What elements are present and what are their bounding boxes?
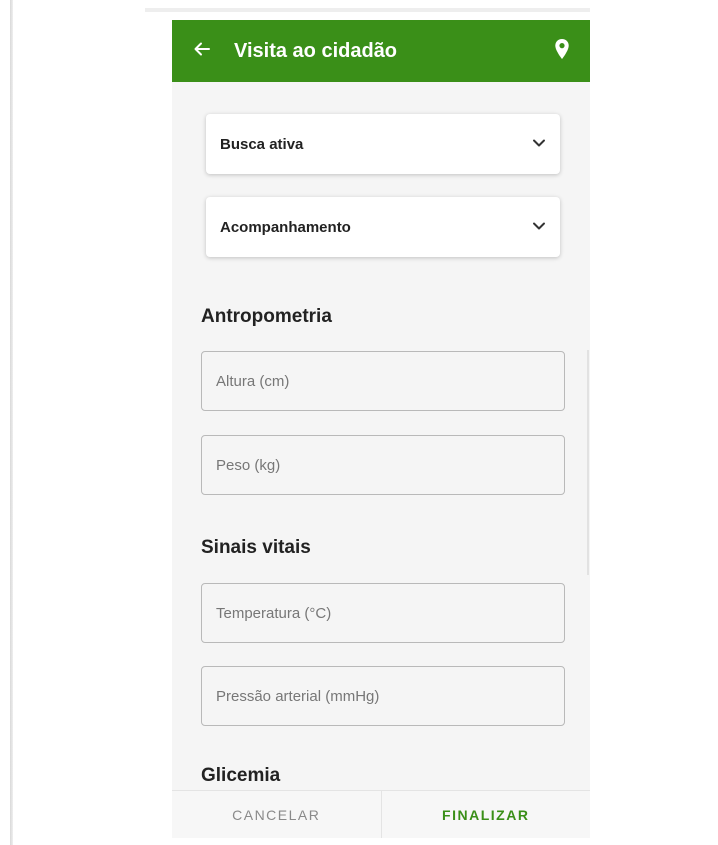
- chevron-down-icon: [532, 218, 546, 236]
- app-bar: Visita ao cidadão: [172, 20, 590, 82]
- location-button[interactable]: [534, 20, 590, 82]
- bottom-action-bar: CANCELAR FINALIZAR: [172, 790, 590, 838]
- location-pin-icon: [554, 38, 570, 65]
- screenshot-frame-left: [10, 0, 13, 845]
- visit-reason-value: Busca ativa: [220, 135, 304, 153]
- section-title-antropometria: Antropometria: [201, 306, 332, 327]
- visit-type-value: Acompanhamento: [220, 218, 351, 236]
- finish-button[interactable]: FINALIZAR: [382, 791, 591, 838]
- cancel-button[interactable]: CANCELAR: [172, 791, 382, 838]
- height-input[interactable]: [201, 351, 565, 411]
- back-button[interactable]: [172, 20, 232, 82]
- scrollbar[interactable]: [587, 350, 589, 575]
- weight-input[interactable]: [201, 435, 565, 495]
- chevron-down-icon: [532, 135, 546, 153]
- page-title: Visita ao cidadão: [234, 39, 398, 62]
- temperature-input[interactable]: [201, 583, 565, 643]
- arrow-left-icon: [192, 39, 212, 64]
- visit-type-select[interactable]: Acompanhamento: [206, 197, 560, 257]
- screenshot-frame-top: [145, 8, 590, 12]
- phone-screen: Visita ao cidadão Busca ativa Acompanham…: [172, 20, 590, 838]
- visit-reason-select[interactable]: Busca ativa: [206, 114, 560, 174]
- section-title-glicemia: Glicemia: [201, 765, 281, 786]
- blood-pressure-input[interactable]: [201, 666, 565, 726]
- section-title-sinais-vitais: Sinais vitais: [201, 537, 311, 558]
